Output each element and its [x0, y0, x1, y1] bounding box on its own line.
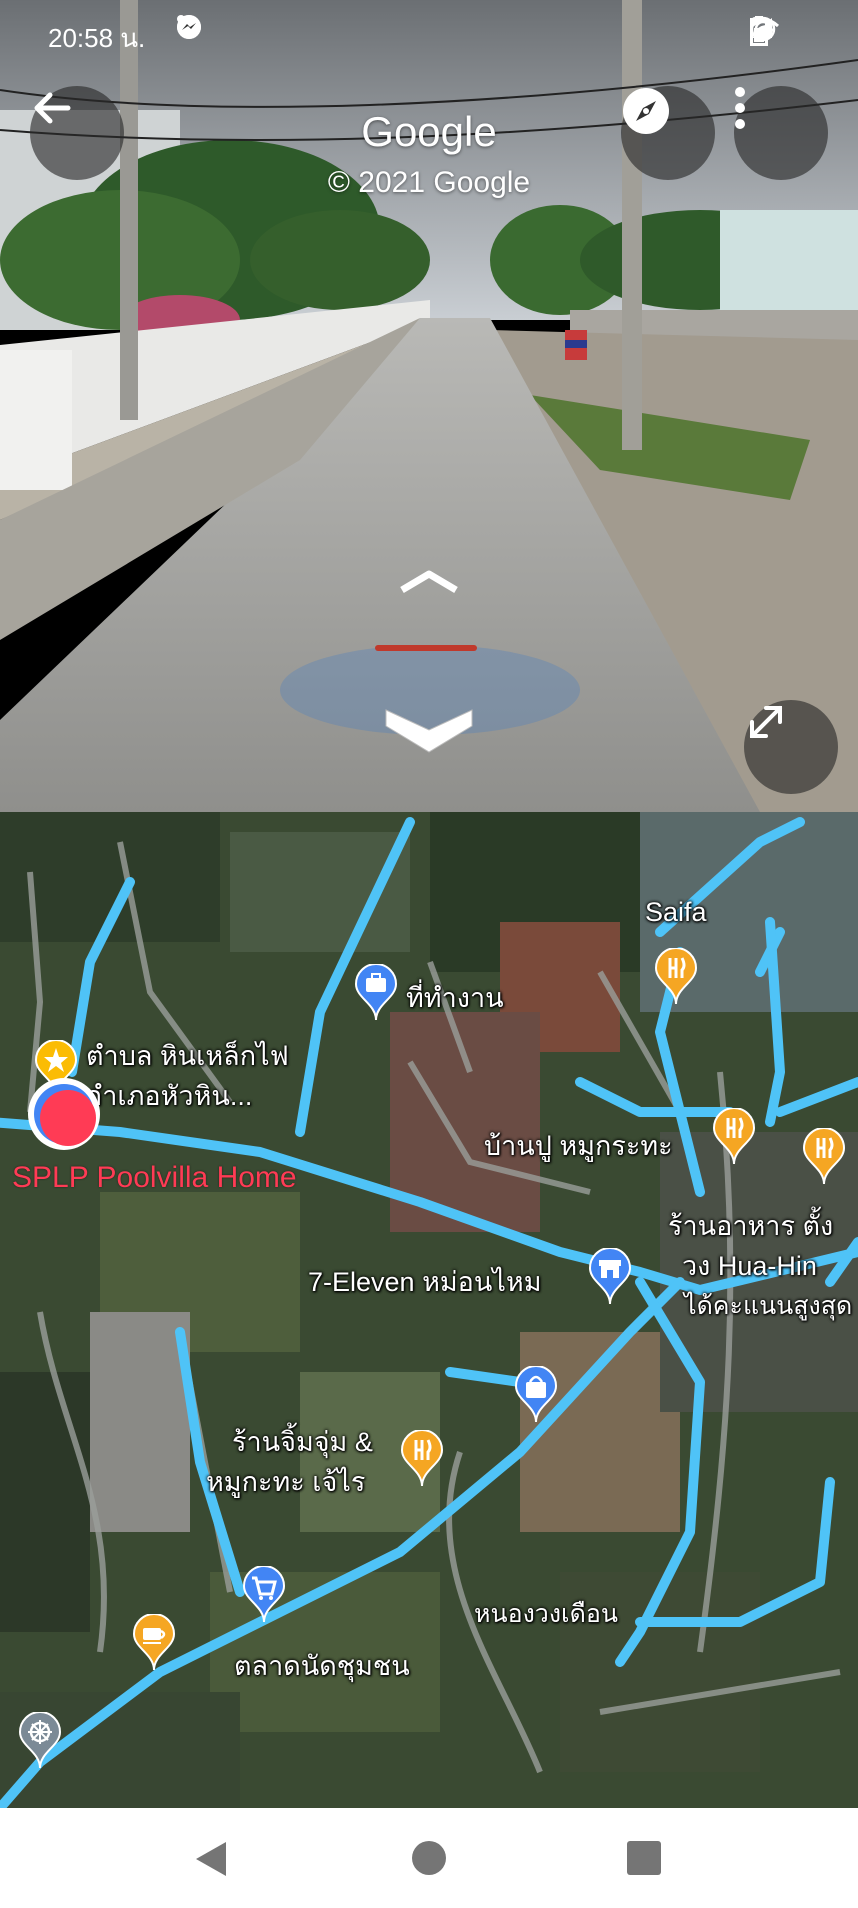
- restaurant-pin-jim[interactable]: [400, 1429, 444, 1488]
- status-bar: 20:58 น.: [0, 0, 858, 68]
- label-jim-line1[interactable]: ร้านจิ้มจุ่ม &: [232, 1426, 373, 1458]
- label-tambon-line1[interactable]: ตำบล หินเหล็กไฟ: [86, 1040, 289, 1072]
- label-seven-eleven[interactable]: 7-Eleven หม่อนไหม: [308, 1266, 542, 1298]
- system-navigation-bar: [0, 1808, 858, 1908]
- status-time: 20:58 น.: [48, 23, 146, 53]
- nav-recents-button[interactable]: [626, 1840, 662, 1881]
- label-jim-line2[interactable]: หมูกะทะ เจ้ไร: [206, 1466, 365, 1498]
- nav-back-button[interactable]: [194, 1840, 228, 1883]
- google-brand: Google: [361, 108, 497, 155]
- back-triangle-icon: [194, 1842, 228, 1882]
- label-restaurant-line1[interactable]: ร้านอาหาร ตั้ง: [668, 1210, 833, 1242]
- cafe-pin[interactable]: [132, 1613, 176, 1672]
- label-tambon-line2[interactable]: อำเภอหัวหิน...: [86, 1080, 252, 1112]
- compass-button[interactable]: [621, 86, 715, 180]
- copyright-text: © 2021 Google: [327, 166, 531, 199]
- label-saifa[interactable]: Saifa: [645, 896, 707, 928]
- nav-home-button[interactable]: [410, 1839, 448, 1882]
- expand-button[interactable]: [744, 700, 838, 794]
- convenience-store-pin[interactable]: [588, 1247, 632, 1306]
- restaurant-pin-saifa[interactable]: [654, 947, 698, 1006]
- label-market[interactable]: ตลาดนัดชุมชน: [234, 1650, 410, 1682]
- recents-square-icon: [626, 1841, 662, 1880]
- home-location-marker[interactable]: [24, 1074, 104, 1159]
- shopping-pin[interactable]: [514, 1365, 558, 1424]
- label-home[interactable]: SPLP Poolvilla Home: [12, 1162, 297, 1194]
- restaurant-pin-ban-pu[interactable]: [712, 1107, 756, 1166]
- label-restaurant-line2[interactable]: วง Hua-Hin: [682, 1250, 817, 1282]
- temple-pin[interactable]: [18, 1711, 62, 1770]
- label-office[interactable]: ที่ทำงาน: [406, 982, 504, 1014]
- street-view-panorama[interactable]: 20:58 น. Google © 2021 Google: [0, 0, 858, 812]
- label-ban-pu[interactable]: บ้านปู หมูกระทะ: [484, 1130, 673, 1162]
- label-nong-wong[interactable]: หนองวงเดือน: [474, 1598, 618, 1630]
- restaurant-pin-hua-hin[interactable]: [802, 1127, 846, 1186]
- satellite-map[interactable]: Saifa ที่ทำงาน ตำบล หินเหล็กไฟ อำเภอหัวห…: [0, 812, 858, 1808]
- home-circle-icon: [410, 1841, 448, 1881]
- more-options-button[interactable]: [734, 86, 828, 180]
- work-pin[interactable]: [354, 963, 398, 1022]
- label-restaurant-line3[interactable]: ได้คะแนนสูงสุด: [684, 1290, 852, 1322]
- grocery-pin[interactable]: [242, 1565, 286, 1624]
